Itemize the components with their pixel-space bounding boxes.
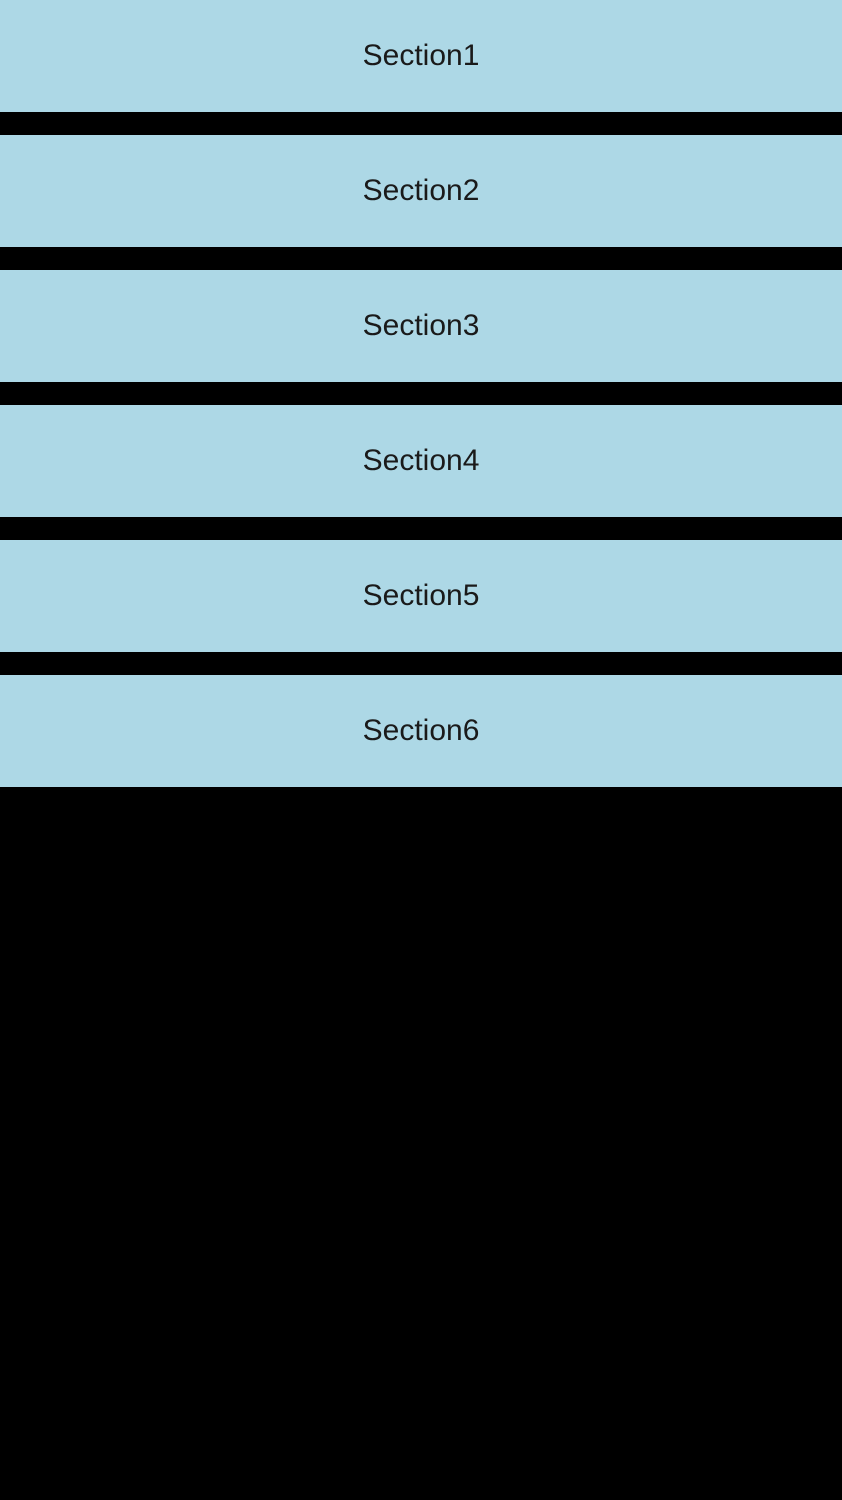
section-5-label: Section5 (362, 579, 480, 612)
section-1-label: Section1 (362, 39, 480, 72)
page: Section1 Section2 Section3 Section4 Sect… (0, 0, 842, 1500)
section-6: Section6 (0, 675, 842, 787)
section-2-label: Section2 (362, 174, 480, 207)
section-3-label: Section3 (362, 309, 480, 342)
section-4: Section4 (0, 405, 842, 517)
section-1: Section1 (0, 0, 842, 112)
section-5: Section5 (0, 540, 842, 652)
section-2: Section2 (0, 135, 842, 247)
section-4-label: Section4 (362, 444, 480, 477)
section-3: Section3 (0, 270, 842, 382)
section-list: Section1 Section2 Section3 Section4 Sect… (0, 0, 842, 787)
section-6-label: Section6 (362, 714, 480, 747)
